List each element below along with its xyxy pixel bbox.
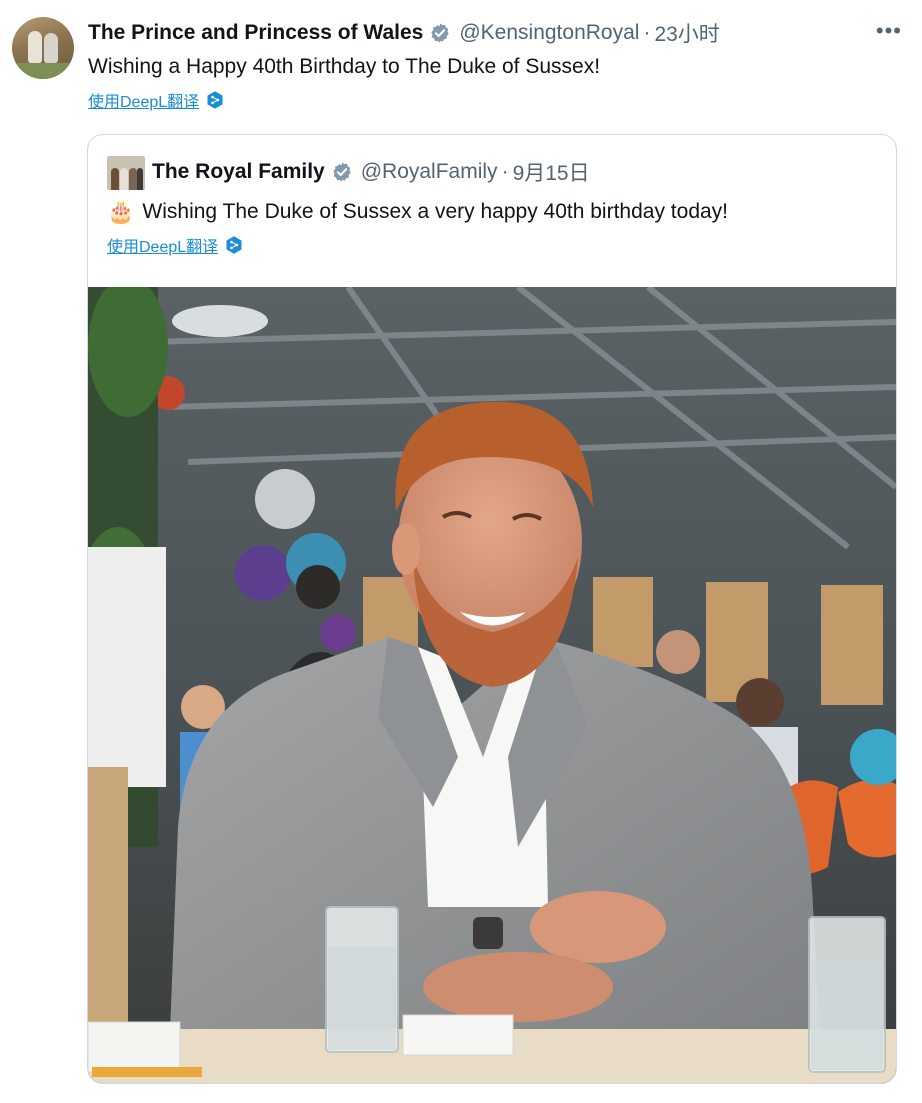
author-handle[interactable]: @KensingtonRoyal: [459, 21, 639, 45]
translate-label[interactable]: 使用DeepL翻译: [88, 88, 199, 112]
quoted-tweet-date[interactable]: 9月15日: [513, 157, 590, 187]
quoted-translate-link[interactable]: 使用DeepL翻译: [107, 233, 244, 257]
author-avatar[interactable]: [12, 17, 74, 79]
verified-badge-icon[interactable]: [331, 161, 353, 183]
birthday-cake-icon: 🎂: [107, 199, 135, 224]
photo-illustration: [88, 287, 896, 1083]
translate-link[interactable]: 使用DeepL翻译: [88, 88, 225, 112]
quoted-author-name[interactable]: The Royal Family: [152, 160, 325, 184]
tweet-text: Wishing a Happy 40th Birthday to The Duk…: [88, 55, 601, 78]
deepl-icon: [207, 91, 223, 109]
tweet-header: The Prince and Princess of Wales @Kensin…: [88, 18, 902, 48]
tweet-time[interactable]: 23小时: [654, 18, 719, 48]
translate-label[interactable]: 使用DeepL翻译: [107, 233, 218, 257]
separator: ·: [643, 21, 651, 44]
quoted-tweet-text: Wishing The Duke of Sussex a very happy …: [142, 200, 729, 223]
tweet-photo[interactable]: [88, 287, 896, 1083]
quoted-tweet-text-row: 🎂 Wishing The Duke of Sussex a very happ…: [107, 199, 728, 225]
separator: ·: [501, 160, 509, 183]
avatar-figure: [111, 168, 119, 190]
avatar-figure: [129, 168, 137, 190]
quoted-author-avatar[interactable]: [107, 156, 145, 190]
more-icon[interactable]: •••: [876, 18, 902, 44]
quoted-author-handle[interactable]: @RoyalFamily: [361, 160, 498, 184]
author-name[interactable]: The Prince and Princess of Wales: [88, 21, 423, 45]
avatar-figure: [137, 168, 143, 190]
avatar-ground: [12, 63, 74, 79]
quoted-tweet-header: The Royal Family @RoyalFamily · 9月15日: [152, 157, 590, 187]
deepl-icon: [226, 236, 242, 254]
avatar-figure: [44, 33, 58, 63]
avatar-figure: [120, 168, 128, 190]
verified-badge-icon[interactable]: [429, 22, 451, 44]
avatar-figure: [28, 31, 42, 63]
quoted-tweet[interactable]: The Royal Family @RoyalFamily · 9月15日 🎂 …: [87, 134, 897, 1084]
